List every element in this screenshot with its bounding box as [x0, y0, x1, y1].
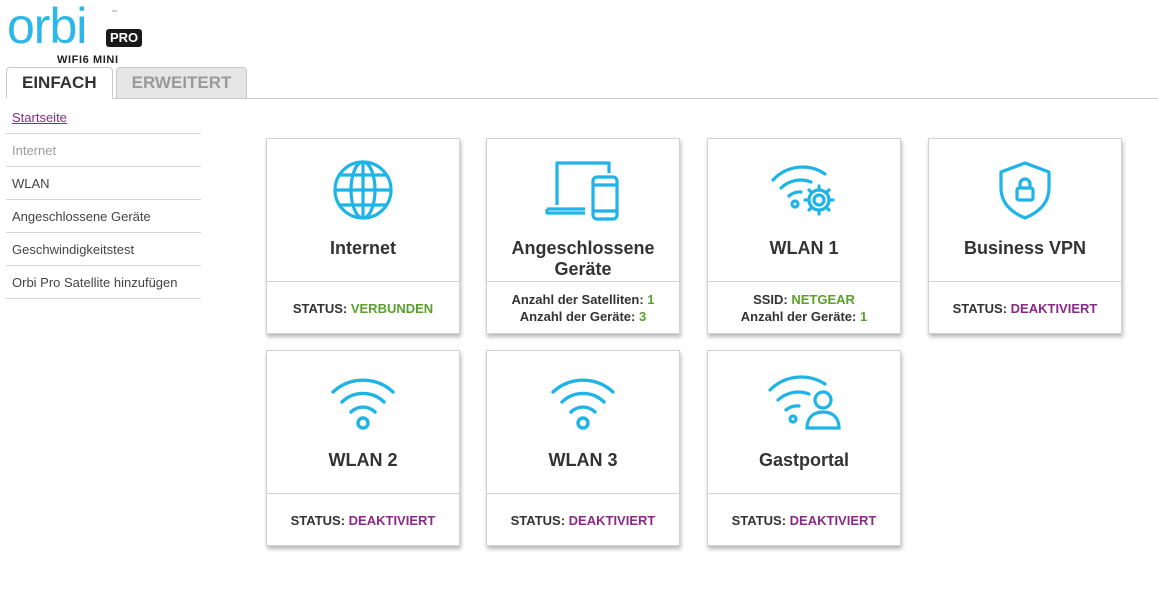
devices-label: Anzahl der Geräte: [740, 309, 857, 324]
tab-divider [6, 98, 1158, 99]
status-value: VERBUNDEN [350, 300, 434, 316]
tile-angeschlossene-geraete[interactable]: Angeschlossene Geräte Anzahl der Satelli… [486, 138, 680, 334]
tile-header: WLAN 2 [267, 351, 459, 494]
sidebar-item-label: WLAN [12, 176, 50, 191]
status-value: DEAKTIVIERT [789, 512, 877, 528]
sidebar-item-label: Orbi Pro Satellite hinzufügen [12, 275, 178, 290]
tile-status: Anzahl der Satelliten: 1 Anzahl der Gerä… [487, 282, 679, 334]
tile-header: Internet [267, 139, 459, 282]
tile-title: WLAN 3 [548, 450, 618, 470]
status-value: DEAKTIVIERT [348, 512, 436, 528]
ssid-label: SSID: [753, 292, 788, 307]
sidebar-item-label: Angeschlossene Geräte [12, 209, 151, 224]
tile-header: Gastportal [708, 351, 900, 494]
tile-business-vpn[interactable]: Business VPN STATUS: DEAKTIVIERT [928, 138, 1122, 334]
globe-icon [267, 157, 459, 223]
sidebar-item-label: Startseite [12, 110, 67, 125]
tile-status: STATUS: DEAKTIVIERT [929, 282, 1121, 334]
tile-status: STATUS: DEAKTIVIERT [267, 494, 459, 546]
sidebar-item-label: Internet [12, 143, 57, 158]
wifi-settings-icon [708, 157, 900, 223]
logo-trademark: ™ [111, 10, 117, 16]
tile-wlan-2[interactable]: WLAN 2 STATUS: DEAKTIVIERT [266, 350, 460, 546]
status-label: STATUS: [290, 512, 346, 528]
ssid-value: NETGEAR [791, 292, 855, 307]
tile-title: Internet [329, 238, 396, 258]
tile-title: Angeschlossene Geräte [511, 238, 655, 279]
sidebar-item-angeschlossene-geraete[interactable]: Angeschlossene Geräte [6, 200, 201, 233]
tile-gastportal[interactable]: Gastportal STATUS: DEAKTIVIERT [707, 350, 901, 546]
tile-status: STATUS: VERBUNDEN [267, 282, 459, 334]
tile-status: STATUS: DEAKTIVIERT [708, 494, 900, 546]
status-label: STATUS: [952, 300, 1008, 316]
status-value: DEAKTIVIERT [568, 512, 656, 528]
tile-internet[interactable]: Internet STATUS: VERBUNDEN [266, 138, 460, 334]
satellites-label: Anzahl der Satelliten: [511, 292, 644, 307]
tab-erweitert[interactable]: ERWEITERT [115, 67, 248, 99]
tile-title: WLAN 2 [328, 450, 398, 470]
sidebar-item-wlan[interactable]: WLAN [6, 167, 201, 200]
devices-value: 1 [859, 309, 868, 324]
status-label: STATUS: [510, 512, 566, 528]
tile-wlan-3[interactable]: WLAN 3 STATUS: DEAKTIVIERT [486, 350, 680, 546]
mode-tabs: EINFACH ERWEITERT [6, 67, 250, 99]
tile-status: STATUS: DEAKTIVIERT [487, 494, 679, 546]
satellites-value: 1 [647, 292, 655, 307]
status-value: DEAKTIVIERT [1010, 300, 1098, 316]
tile-wlan-1[interactable]: WLAN 1 SSID: NETGEAR Anzahl der Geräte: … [707, 138, 901, 334]
logo-wordmark: orbi [7, 0, 87, 54]
devices-label: Anzahl der Geräte: [519, 309, 636, 324]
tile-title: Gastportal [758, 450, 850, 470]
devices-icon [487, 157, 679, 223]
wifi-icon [487, 369, 679, 435]
logo-pro-badge: PRO [106, 29, 143, 47]
orbi-pro-logo: orbi ™ PRO WIFI6 MINI [7, 0, 157, 68]
tile-header: Business VPN [929, 139, 1121, 282]
shield-lock-icon [929, 157, 1121, 223]
sidebar-item-internet[interactable]: Internet [6, 134, 201, 167]
tile-header: Angeschlossene Geräte [487, 139, 679, 282]
tab-einfach[interactable]: EINFACH [6, 67, 113, 99]
logo-subtitle: WIFI6 MINI [57, 54, 119, 66]
sidebar-nav: Startseite Internet WLAN Angeschlossene … [6, 101, 201, 299]
tile-header: WLAN 1 [708, 139, 900, 282]
status-label: STATUS: [731, 512, 787, 528]
status-label: STATUS: [292, 300, 348, 316]
tile-header: WLAN 3 [487, 351, 679, 494]
tile-title: WLAN 1 [769, 238, 839, 258]
tile-title: Business VPN [963, 238, 1087, 258]
wifi-icon [267, 369, 459, 435]
sidebar-item-geschwindigkeitstest[interactable]: Geschwindigkeitstest [6, 233, 201, 266]
wifi-user-icon [708, 369, 900, 435]
devices-value: 3 [638, 309, 647, 324]
sidebar-item-startseite[interactable]: Startseite [6, 101, 201, 134]
tile-status: SSID: NETGEAR Anzahl der Geräte: 1 [708, 282, 900, 334]
sidebar-item-satellite-hinzufuegen[interactable]: Orbi Pro Satellite hinzufügen [6, 266, 201, 299]
sidebar-item-label: Geschwindigkeitstest [12, 242, 135, 257]
